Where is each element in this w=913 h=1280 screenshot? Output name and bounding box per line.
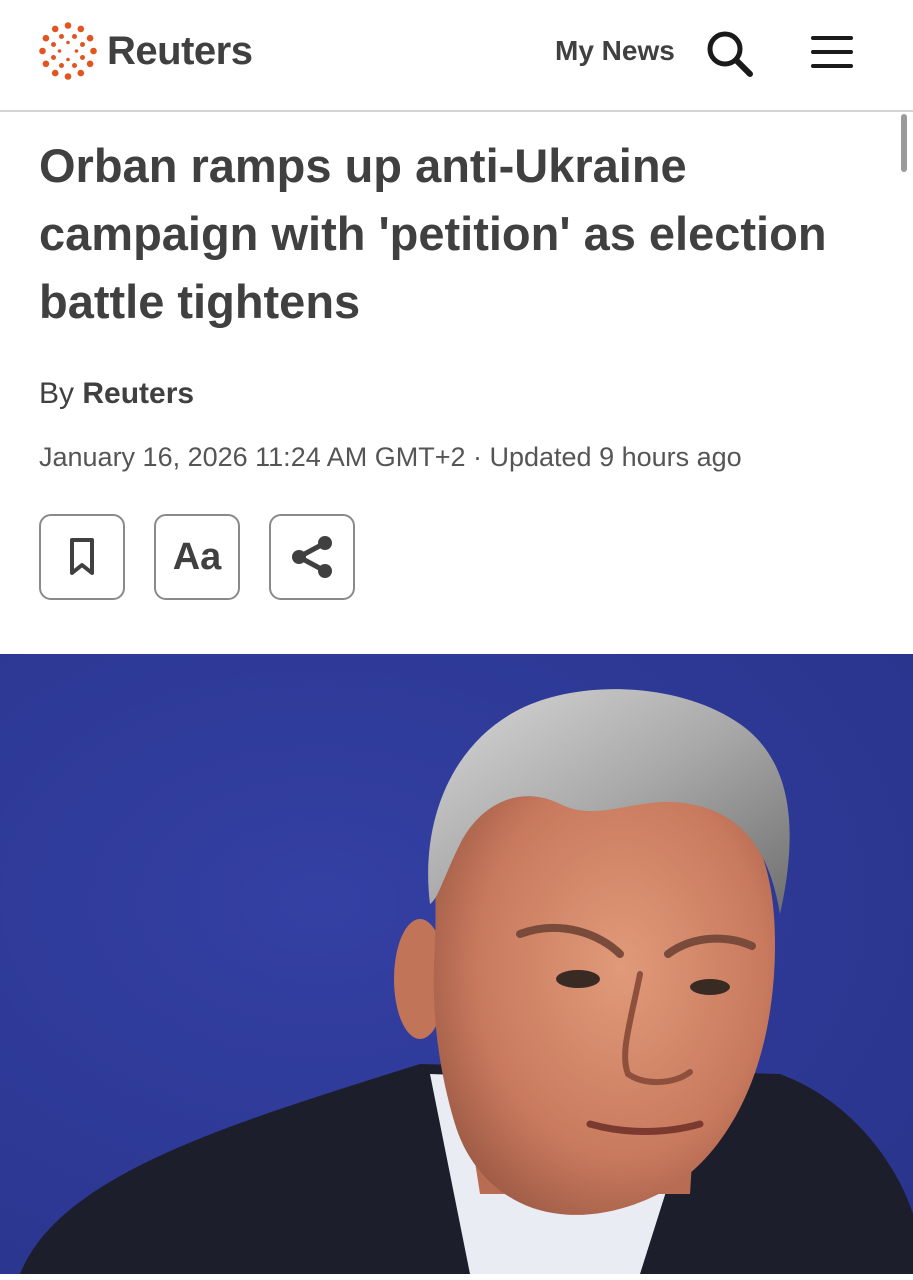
hero-photo bbox=[0, 654, 913, 1274]
brand-name: Reuters bbox=[107, 28, 253, 73]
bookmark-button[interactable] bbox=[39, 514, 125, 600]
menu-button[interactable] bbox=[810, 34, 854, 70]
bookmark-icon bbox=[70, 538, 94, 575]
reuters-logo[interactable]: Reuters bbox=[38, 20, 253, 82]
search-icon bbox=[707, 31, 753, 77]
font-size-label: Aa bbox=[172, 535, 222, 578]
font-size-button[interactable]: Aa bbox=[154, 514, 240, 600]
article-dateline: January 16, 2026 11:24 AM GMT+2 · Update… bbox=[39, 442, 742, 472]
article-headline: Orban ramps up anti-Ukraine campaign wit… bbox=[39, 139, 827, 328]
hero-image[interactable] bbox=[0, 654, 913, 1274]
byline-prefix: By bbox=[39, 377, 75, 410]
article-tools: Aa bbox=[39, 514, 384, 600]
share-button[interactable] bbox=[269, 514, 355, 600]
article-page: Reuters My News Orban ramps up anti-Ukra… bbox=[0, 0, 913, 1280]
menu-icon bbox=[811, 36, 853, 68]
scrollbar[interactable] bbox=[901, 114, 907, 172]
search-button[interactable] bbox=[704, 28, 754, 78]
share-icon bbox=[292, 536, 332, 578]
site-header: Reuters My News bbox=[0, 0, 913, 112]
reuters-logo-icon bbox=[39, 22, 97, 80]
byline: By Reuters bbox=[39, 374, 194, 414]
my-news-link[interactable]: My News bbox=[555, 33, 675, 69]
author-link[interactable]: Reuters bbox=[82, 377, 194, 410]
